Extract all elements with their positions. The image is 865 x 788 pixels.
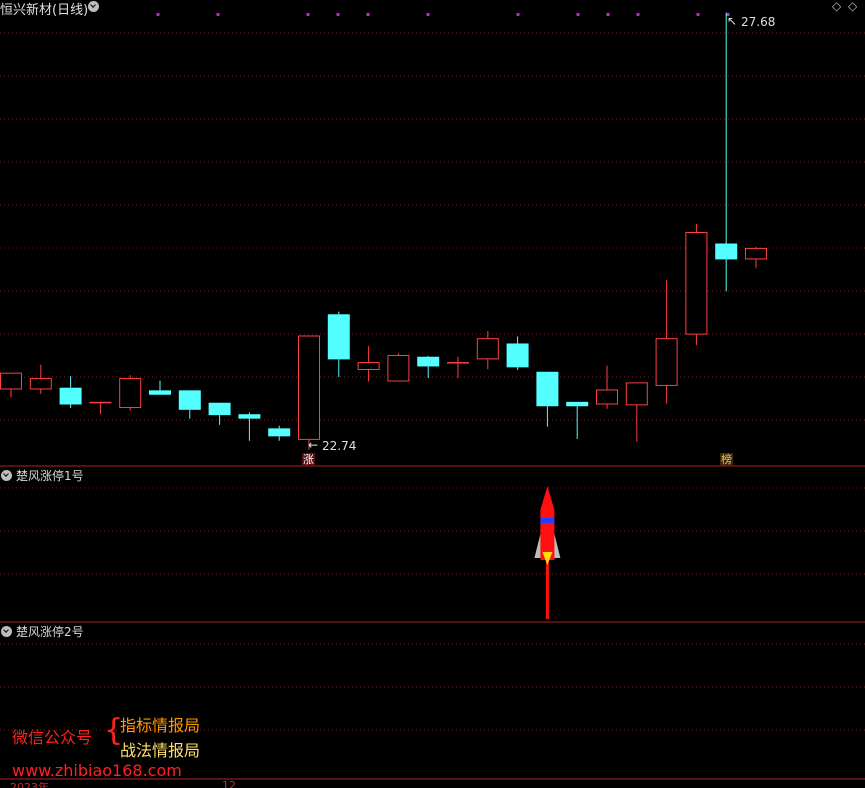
zhang-badge: 涨 [302,453,315,466]
chevron-down-icon[interactable] [88,1,99,12]
bang-badge: 榜 [720,453,733,466]
candle-body [119,377,142,409]
x-axis-year: 2023年 [10,781,49,788]
rocket-fin-left [534,530,542,558]
candle-body [536,371,559,407]
marker-dot [426,13,430,16]
candle-body [715,243,738,260]
candle-body [596,389,618,405]
watermark-url[interactable]: www.zhibiao168.com [12,761,182,780]
high-label: 27.68 [741,15,776,29]
watermark-line1: 指标情报局 [120,716,201,735]
candle-body [0,372,22,390]
candle-body [327,314,350,360]
marker-dot [576,13,580,16]
candle-body [685,232,708,335]
chevron-down-icon-panel1[interactable] [1,470,12,481]
candle-body [178,390,201,410]
marker-dot [336,13,340,16]
candle-body [357,362,380,370]
candle-body [29,377,52,390]
watermark-line2: 战法情报局 [120,741,201,760]
marker-dot [516,13,520,16]
candle-body [298,335,320,440]
candle-body [655,338,678,386]
rocket-band [540,518,555,523]
candle-body [89,401,112,404]
candle-body [387,354,410,382]
chart-title: 恒兴新材(日线) [0,3,89,18]
candle-body [149,390,171,395]
candle-body [268,428,291,437]
candle-body [476,338,499,360]
candle-body [59,387,82,405]
marker-dot [696,13,700,16]
marker-dot [156,13,160,16]
marker-dot [606,13,610,16]
low-arrow-icon: ← [308,438,319,452]
candle-body [566,401,589,407]
rocket-fin-right [553,530,561,558]
panel2-title: 楚风涨停2号 [16,625,84,639]
watermark-left: 微信公众号 [12,728,93,747]
low-label: 22.74 [322,439,357,453]
diamond-icon-2[interactable]: ◇ [848,0,857,13]
x-axis-month: 12 [222,779,236,788]
marker-dot [306,13,310,16]
candlestick-chart [0,12,865,780]
candle-body [417,356,440,367]
candle-body [238,414,261,419]
marker-dot [366,13,370,16]
chart-root: { "header": { "title": "恒兴新材(日线)", "diam… [0,0,865,788]
marker-dot [636,13,640,16]
diamond-icon[interactable]: ◇ [832,0,841,13]
marker-dot [216,13,220,16]
chevron-down-icon-panel2[interactable] [1,626,12,637]
candle-body [447,362,469,364]
candle-body [625,382,648,406]
candle-body [208,402,231,416]
candle-body [506,343,529,368]
candle-body [745,247,767,260]
panel1-title: 楚风涨停1号 [16,469,84,483]
high-arrow-icon: ↖ [727,14,738,28]
